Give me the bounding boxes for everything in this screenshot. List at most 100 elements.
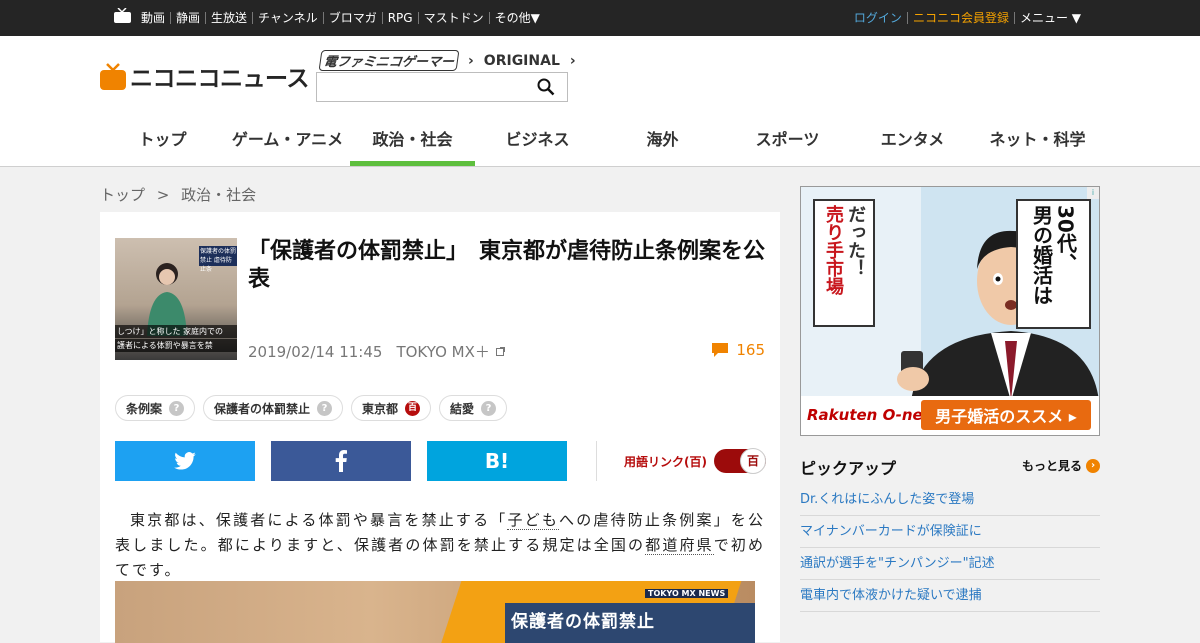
tag-label: 条例案 (126, 401, 163, 416)
article-date: 2019/02/14 11:45 (248, 342, 383, 361)
ad-brand-logo: Rakuten O-net (807, 406, 930, 424)
facebook-f-icon (335, 450, 347, 472)
twitter-share-button[interactable] (115, 441, 255, 481)
category-tab-overseas[interactable]: 海外 (600, 126, 725, 166)
comment-count[interactable]: 165 (712, 341, 765, 359)
share-buttons: B! (115, 441, 583, 481)
global-nav-bar: 動画 静画 生放送 チャンネル ブロマガ RPG マストドン その他▼ ログイン… (0, 0, 1200, 36)
nav-link-rpg[interactable]: RPG (381, 12, 418, 24)
tag-item[interactable]: 保護者の体罰禁止 ? (203, 395, 344, 421)
pickup-item[interactable]: Dr.くれはにふんした姿で登場 (800, 484, 1100, 516)
tag-item[interactable]: 条例案 ? (115, 395, 196, 421)
article-card: 保護者の体罰禁止 虐待防止条 しつけ」と称した 家庭内での 護者による体罰や暴言… (100, 212, 780, 643)
article-meta: 2019/02/14 11:45 TOKYO MX＋ (248, 341, 505, 362)
breadcrumb: トップ > 政治・社会 (100, 184, 263, 205)
article-image[interactable]: TOKYO MX NEWS 保護者の体罰禁止 (115, 581, 755, 643)
thumbnail-corner-caption: 保護者の体罰禁止 虐待防止条 (199, 246, 237, 273)
article-thumbnail[interactable]: 保護者の体罰禁止 虐待防止条 しつけ」と称した 家庭内での 護者による体罰や暴言… (115, 238, 237, 360)
category-tab-top[interactable]: トップ (100, 126, 225, 166)
pickup-item[interactable]: 電車内で体液かけた疑いで逮捕 (800, 580, 1100, 612)
dictionary-term-link[interactable]: 都道府県 (645, 536, 714, 555)
category-nav: トップ ゲーム・アニメ 政治・社会 ビジネス 海外 スポーツ エンタメ ネット・… (100, 126, 1100, 166)
dictionary-icon: 百 (405, 400, 421, 416)
nav-link-seiga[interactable]: 静画 (170, 12, 205, 24)
pickup-more-link[interactable]: もっと見る › (1022, 457, 1101, 474)
category-tab-politics-society[interactable]: 政治・社会 (350, 126, 475, 166)
original-link[interactable]: ORIGINAL (484, 53, 560, 69)
nav-link-channel[interactable]: チャンネル (252, 12, 323, 24)
nav-link-blomaga[interactable]: ブロマガ (322, 12, 382, 24)
ad-right-caption: 30代、 男の婚活は (1016, 199, 1091, 329)
category-tab-sports[interactable]: スポーツ (725, 126, 850, 166)
nav-link-live[interactable]: 生放送 (205, 12, 252, 24)
niconico-tv-icon[interactable] (114, 8, 131, 23)
advertisement-banner[interactable]: だった！ 売り手市場 30代、 男の婚活は Rakuten O-net 男子婚活… (800, 186, 1100, 436)
category-tab-entertainment[interactable]: エンタメ (850, 126, 975, 166)
nav-link-mastodon[interactable]: マストドン (417, 12, 489, 24)
nav-link-video[interactable]: 動画 (141, 12, 170, 24)
external-link-icon (495, 347, 505, 356)
nav-link-more[interactable]: その他▼ (488, 12, 545, 24)
breadcrumb-top[interactable]: トップ (100, 186, 145, 204)
menu-dropdown[interactable]: メニュー ▼ (1013, 12, 1086, 24)
ad-text: だった！ (845, 205, 866, 277)
ad-cta-button[interactable]: 男子婚活のススメ ▸ (921, 400, 1091, 430)
article-source-link[interactable]: TOKYO MX＋ (396, 341, 489, 362)
site-logo[interactable]: ニコニコニュース (100, 60, 309, 92)
comment-bubble-icon (712, 343, 729, 357)
partner-links: 電ファミニコゲーマー › ORIGINAL › (318, 50, 586, 71)
breadcrumb-category[interactable]: 政治・社会 (181, 186, 256, 204)
image-brand-label: TOKYO MX NEWS (645, 589, 729, 598)
question-icon: ? (169, 400, 185, 416)
category-tab-game-anime[interactable]: ゲーム・アニメ (225, 126, 350, 166)
question-icon: ? (317, 400, 333, 416)
tag-label: 東京都 (362, 401, 399, 416)
site-header: ニコニコニュース 電ファミニコゲーマー › ORIGINAL › トップ ゲーム… (0, 36, 1200, 167)
breadcrumb-separator: > (156, 186, 170, 204)
category-tab-net-science[interactable]: ネット・科学 (975, 126, 1100, 166)
person-image (147, 263, 187, 336)
chevron-right-icon: › (569, 52, 576, 69)
register-link[interactable]: ニコニコ会員登録 (906, 12, 1014, 24)
search-icon[interactable] (537, 78, 555, 96)
tag-label: 保護者の体罰禁止 (214, 401, 311, 416)
term-link-label: 用語リンク(百) (624, 454, 707, 469)
question-icon: ? (481, 400, 497, 416)
article-body: 東京都は、保護者による体罰や暴言を禁止する「子どもへの虐待防止条例案」を公表しま… (115, 511, 765, 579)
pickup-item[interactable]: 通訳が選手を"チンパンジー"記述 (800, 548, 1100, 580)
adchoices-icon[interactable]: i (1087, 187, 1099, 199)
pickup-item[interactable]: マイナンバーカードが保険証に (800, 516, 1100, 548)
chevron-right-icon: › (468, 52, 474, 69)
thumbnail-caption: 護者による体罰や暴言を禁 (115, 339, 237, 352)
hatena-bookmark-button[interactable]: B! (427, 441, 567, 481)
tag-item[interactable]: 東京都 百 (351, 395, 432, 421)
ad-text: 30代、 (1053, 205, 1078, 273)
comment-count-value: 165 (736, 341, 765, 359)
pickup-more-label: もっと見る (1022, 459, 1083, 473)
site-logo-wordmark: ニコニコニュース (130, 66, 309, 92)
chevron-right-icon: › (1086, 458, 1101, 473)
tag-label: 結愛 (450, 401, 475, 416)
famitsu-link[interactable]: 電ファミニコゲーマー (318, 50, 460, 71)
dictionary-icon: 百 (740, 448, 766, 474)
dictionary-term-link[interactable]: 子ども (507, 511, 560, 530)
tag-list: 条例案 ? 保護者の体罰禁止 ? 東京都 百 結愛 ? (115, 395, 515, 421)
account-links: ログイン ニコニコ会員登録 メニュー ▼ (849, 0, 1086, 36)
article-title: 「保護者の体罰禁止」 東京都が虐待防止条例案を公表 (248, 239, 766, 292)
login-link[interactable]: ログイン (849, 12, 907, 24)
tag-item[interactable]: 結愛 ? (439, 395, 508, 421)
thumbnail-caption: しつけ」と称した 家庭内での (115, 325, 237, 338)
niconico-logo-icon (100, 63, 126, 90)
term-link-toggle[interactable]: 用語リンク(百) 百 (624, 448, 766, 474)
ad-left-caption: だった！ 売り手市場 (813, 199, 875, 327)
ad-text: 売り手市場 (823, 205, 844, 295)
pickup-heading: ピックアップ (800, 459, 897, 478)
term-link-switch[interactable]: 百 (714, 448, 766, 474)
ad-text: 男の婚活は (1029, 205, 1054, 305)
category-tab-business[interactable]: ビジネス (475, 126, 600, 166)
pickup-list: Dr.くれはにふんした姿で登場 マイナンバーカードが保険証に 通訳が選手を"チン… (800, 484, 1100, 612)
facebook-share-button[interactable] (271, 441, 411, 481)
search-input[interactable] (317, 73, 539, 99)
divider (596, 441, 597, 481)
global-nav-links: 動画 静画 生放送 チャンネル ブロマガ RPG マストドン その他▼ (141, 0, 545, 36)
